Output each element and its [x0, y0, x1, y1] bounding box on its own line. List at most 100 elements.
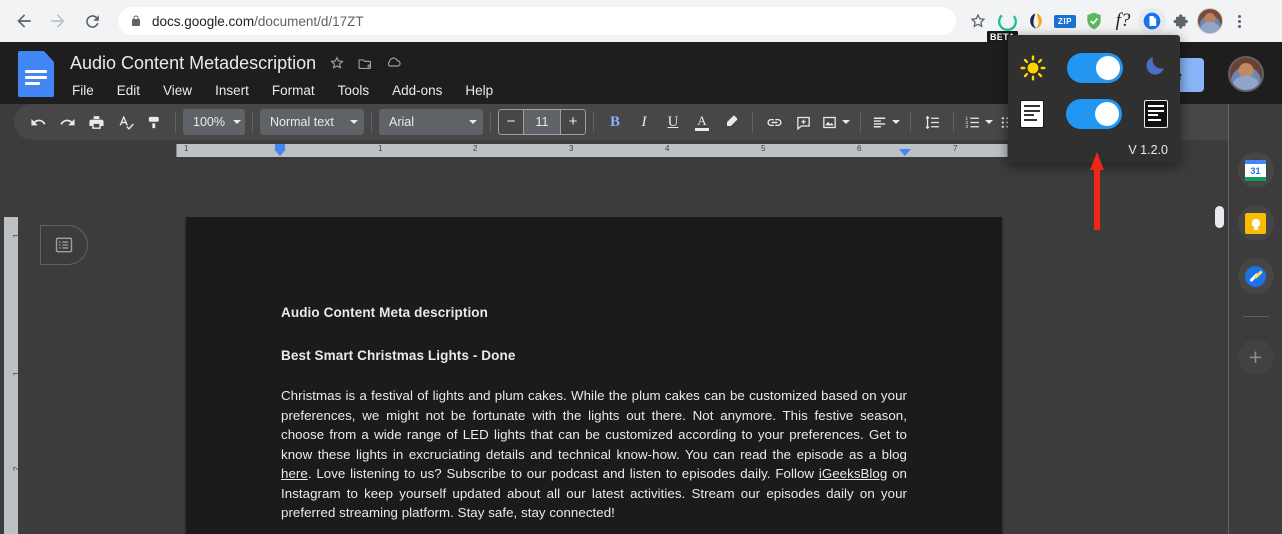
left-indent-marker[interactable] [274, 149, 286, 156]
toolbar-divider [252, 112, 253, 132]
address-bar[interactable]: docs.google.com/document/d/17ZT [118, 7, 956, 35]
document-heading-2: Best Smart Christmas Lights - Done [281, 348, 516, 363]
star-icon[interactable] [324, 50, 350, 76]
profile-avatar[interactable] [1196, 7, 1224, 35]
document-theme-toggle-row [1020, 91, 1168, 137]
url-host: docs.google.com [152, 13, 255, 29]
menu-item-help[interactable]: Help [462, 81, 496, 100]
add-addon-icon[interactable]: + [1237, 339, 1274, 375]
document-heading-1: Audio Content Meta description [281, 305, 488, 320]
toolbar-divider [910, 112, 911, 132]
zoom-select[interactable]: 100% [183, 109, 245, 135]
font-finder-icon[interactable]: f? [1109, 7, 1137, 35]
google-keep-icon[interactable] [1237, 205, 1274, 241]
paragraph-style-select[interactable]: Normal text [260, 109, 364, 135]
font-size-increase-button[interactable]: + [561, 110, 585, 134]
document-theme-toggle[interactable] [1066, 99, 1122, 129]
ruler-number: 7 [953, 144, 958, 153]
font-size-decrease-button[interactable]: − [499, 110, 523, 134]
google-docs-logo[interactable] [18, 51, 54, 97]
back-arrow-icon[interactable] [8, 5, 40, 37]
toolbar-divider [490, 112, 491, 132]
right-indent-marker[interactable] [899, 149, 911, 156]
paint-format-button[interactable] [140, 108, 168, 136]
zip-extension-icon[interactable]: ZIP [1051, 7, 1079, 35]
bold-button[interactable]: B [601, 108, 629, 136]
link-icon[interactable] [760, 108, 788, 136]
highlight-pen-button[interactable] [717, 108, 745, 136]
font-size-input[interactable]: 11 [523, 110, 561, 134]
document-outline-icon[interactable] [40, 225, 88, 265]
insert-image-icon[interactable] [818, 108, 853, 136]
puzzle-piece-icon[interactable] [1167, 7, 1195, 35]
theme-toggle[interactable] [1066, 53, 1123, 83]
ruler-number: 1 [184, 144, 189, 153]
chevron-down-icon [842, 120, 850, 124]
print-button[interactable] [82, 108, 110, 136]
italic-button[interactable]: I [630, 108, 658, 136]
sun-icon [1020, 55, 1046, 81]
menu-item-insert[interactable]: Insert [212, 81, 252, 100]
extension-icons-area: BETA ZIP f? [964, 7, 1259, 43]
menu-item-edit[interactable]: Edit [114, 81, 143, 100]
link-here[interactable]: here [281, 466, 308, 481]
arrow-shaft [1094, 168, 1100, 230]
red-pointer-arrow [1090, 152, 1104, 230]
underline-button[interactable]: U [659, 108, 687, 136]
ruler-number: 5 [761, 144, 766, 153]
calendar-date-label: 31 [1250, 166, 1261, 176]
dark-mode-extension-popup: V 1.2.0 [1008, 35, 1180, 163]
redo-button[interactable] [53, 108, 81, 136]
document-paragraph: Christmas is a festival of lights and pl… [281, 386, 907, 523]
ruler-number: 4 [665, 144, 670, 153]
chevron-down-icon [892, 120, 900, 124]
lock-icon [130, 14, 142, 28]
spellcheck-button[interactable] [111, 108, 139, 136]
adblock-shield-icon[interactable] [1080, 7, 1108, 35]
theme-toggle-row [1020, 45, 1168, 91]
link-igeeksblog[interactable]: iGeeksBlog [819, 466, 888, 481]
toggle-knob [1095, 56, 1120, 80]
reload-icon[interactable] [76, 5, 108, 37]
style-value: Normal text [270, 115, 334, 129]
line-spacing-icon[interactable] [918, 108, 946, 136]
zoom-value: 100% [193, 115, 225, 129]
document-scrollbar-thumb[interactable] [1215, 206, 1224, 228]
grammarly-extension-icon[interactable]: BETA [987, 7, 1021, 43]
light-document-icon [1020, 100, 1044, 128]
toolbar-divider [860, 112, 861, 132]
ruler-number: 6 [857, 144, 862, 153]
undo-button[interactable] [24, 108, 52, 136]
version-label: V 1.2.0 [1128, 143, 1168, 157]
chevron-down-icon [469, 120, 477, 124]
menu-item-view[interactable]: View [160, 81, 195, 100]
zip-badge-label: ZIP [1054, 14, 1076, 28]
font-family-select[interactable]: Arial [379, 109, 483, 135]
align-left-icon[interactable] [868, 108, 903, 136]
side-panel-divider [1242, 316, 1269, 317]
menu-item-tools[interactable]: Tools [335, 81, 373, 100]
avatar [1197, 8, 1223, 34]
chevron-down-icon [232, 120, 241, 124]
dark-mode-docs-extension-icon[interactable] [1138, 7, 1166, 35]
font-value: Arial [389, 115, 415, 129]
toolbar-divider [752, 112, 753, 132]
docs-header-text-area: Audio Content Metadescription File Edit … [64, 49, 496, 100]
text-color-button[interactable]: A [688, 108, 716, 136]
url-path: /document/d/17ZT [254, 13, 364, 29]
menu-item-format[interactable]: Format [269, 81, 318, 100]
numbered-list-icon[interactable]: 123 [961, 108, 996, 136]
kebab-menu-icon[interactable] [1225, 7, 1253, 35]
cloud-saved-icon[interactable] [380, 50, 406, 76]
swirl-extension-icon[interactable] [1022, 7, 1050, 35]
add-comment-icon[interactable] [789, 108, 817, 136]
avatar[interactable] [1228, 56, 1264, 92]
menu-item-addons[interactable]: Add-ons [389, 81, 445, 100]
menu-item-file[interactable]: File [69, 81, 97, 100]
document-canvas: Audio Content Meta description Best Smar… [18, 217, 1282, 534]
google-tasks-icon[interactable] [1237, 258, 1274, 294]
document-page[interactable]: Audio Content Meta description Best Smar… [186, 217, 1002, 534]
google-calendar-icon[interactable]: 31 [1237, 152, 1274, 188]
page-title[interactable]: Audio Content Metadescription [64, 51, 322, 76]
move-to-folder-icon[interactable] [352, 50, 378, 76]
